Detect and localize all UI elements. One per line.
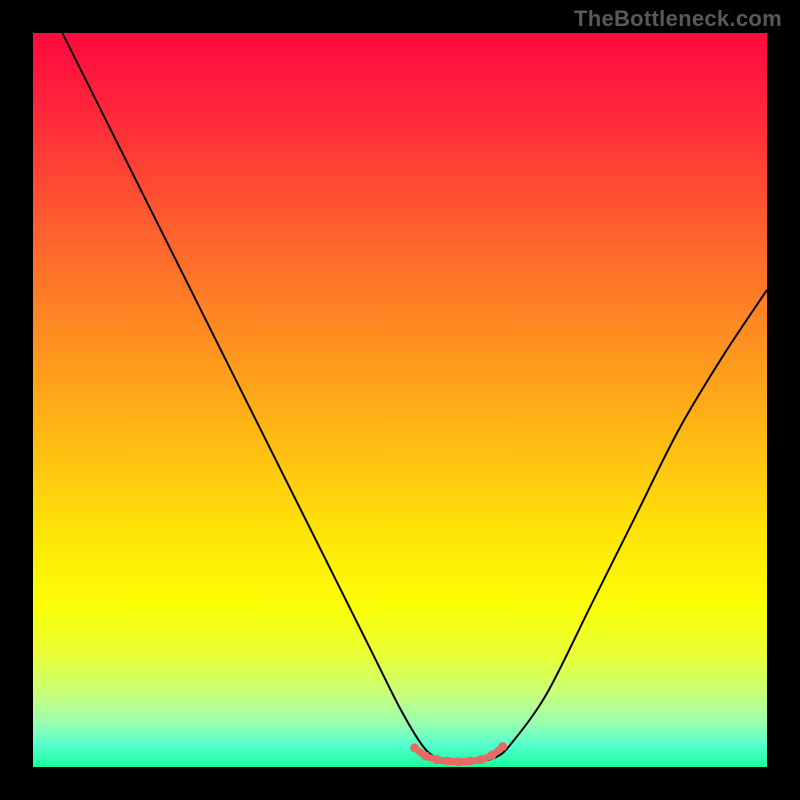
chart-curves <box>33 33 767 767</box>
optimal-band-dot <box>487 751 496 760</box>
bottleneck-curve <box>62 33 767 762</box>
optimal-band-dot <box>410 743 419 752</box>
optimal-band-dot <box>421 751 430 760</box>
optimal-band-dot <box>443 757 452 766</box>
watermark-text: TheBottleneck.com <box>574 6 782 32</box>
optimal-band-dots <box>410 742 507 766</box>
optimal-band-dot <box>432 755 441 764</box>
optimal-band-dot <box>454 757 463 766</box>
chart-frame: TheBottleneck.com <box>0 0 800 800</box>
optimal-band-dot <box>465 757 474 766</box>
optimal-band-dot <box>476 755 485 764</box>
plot-area <box>33 33 767 767</box>
optimal-band-dot <box>498 742 507 751</box>
